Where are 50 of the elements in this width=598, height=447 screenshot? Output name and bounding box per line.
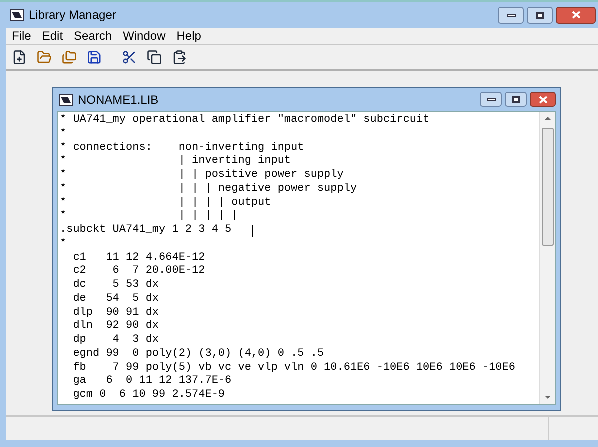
new-file-icon[interactable] (12, 50, 27, 64)
code-line: c1 11 12 4.664E-12 (72, 252, 206, 266)
paste-icon[interactable] (172, 50, 187, 64)
close-icon (538, 96, 548, 104)
scrollbar[interactable] (539, 112, 555, 404)
menu-item[interactable]: Edit (42, 27, 64, 45)
code-line: * (60, 238, 67, 252)
menu-item[interactable]: File (12, 27, 32, 45)
code-line: fb 7 99 poly(5) vb vc ve vlp vln 0 10.61E6 -10E6 10E6 10E6 -10E6 (72, 362, 516, 376)
close-button[interactable] (556, 6, 596, 24)
code-line: ga 6 0 11 12 137.7E-6 (72, 375, 232, 389)
minimize-button[interactable] (498, 6, 524, 24)
scroll-thumb[interactable] (542, 128, 554, 246)
maximize-button[interactable] (527, 6, 553, 24)
folders-icon[interactable] (62, 50, 77, 64)
code-line: dln 92 90 dx (72, 320, 160, 334)
code-line: dp 4 3 dx (72, 334, 160, 348)
code-line: c2 6 7 20.00E-12 (72, 265, 206, 279)
code-line: dc 5 53 dx (72, 279, 160, 293)
scissors-icon[interactable] (122, 50, 137, 64)
document-title: NONAME1.LIB (78, 92, 159, 108)
code-line: dlp 90 91 dx (72, 306, 160, 320)
code-line: * | | | | | (60, 210, 238, 224)
close-icon (572, 11, 580, 19)
code-line: * | inverting input (60, 155, 292, 169)
save-icon[interactable] (87, 50, 102, 64)
scroll-up-icon[interactable] (544, 117, 550, 120)
menu-item[interactable]: Window (123, 27, 166, 45)
code-line: .subckt UA741_my 1 2 3 4 5 (60, 224, 232, 238)
code-line: gcm 0 6 10 99 2.574E-9 (72, 389, 226, 403)
open-folder-icon[interactable] (37, 50, 52, 64)
window-title: Library Manager (29, 7, 116, 24)
code-line: * UA741_my operational amplifier "macromodel" subcircuit (60, 114, 430, 128)
maximize-button[interactable] (505, 92, 527, 107)
copy-icon[interactable] (147, 50, 162, 64)
menu-item[interactable]: Help (176, 27, 202, 45)
close-button[interactable] (530, 92, 556, 107)
code-line: * connections: non-inverting input (60, 142, 304, 155)
code-line: * (60, 128, 67, 142)
text-cursor (252, 224, 253, 237)
app-icon (59, 94, 73, 106)
scroll-down-icon[interactable] (544, 396, 550, 399)
code-line: * | | | negative power supply (60, 182, 358, 196)
menu-item[interactable]: Search (74, 27, 112, 45)
code-line: * | | | | output (60, 196, 272, 210)
minimize-button[interactable] (480, 92, 502, 107)
code-line: * | | positive power supply (60, 169, 344, 183)
code-line: de 54 5 dx (72, 292, 160, 306)
code-line: egnd 99 0 poly(2) (3,0) (4,0) 0 .5 .5 (72, 348, 324, 362)
app-icon (10, 9, 24, 21)
